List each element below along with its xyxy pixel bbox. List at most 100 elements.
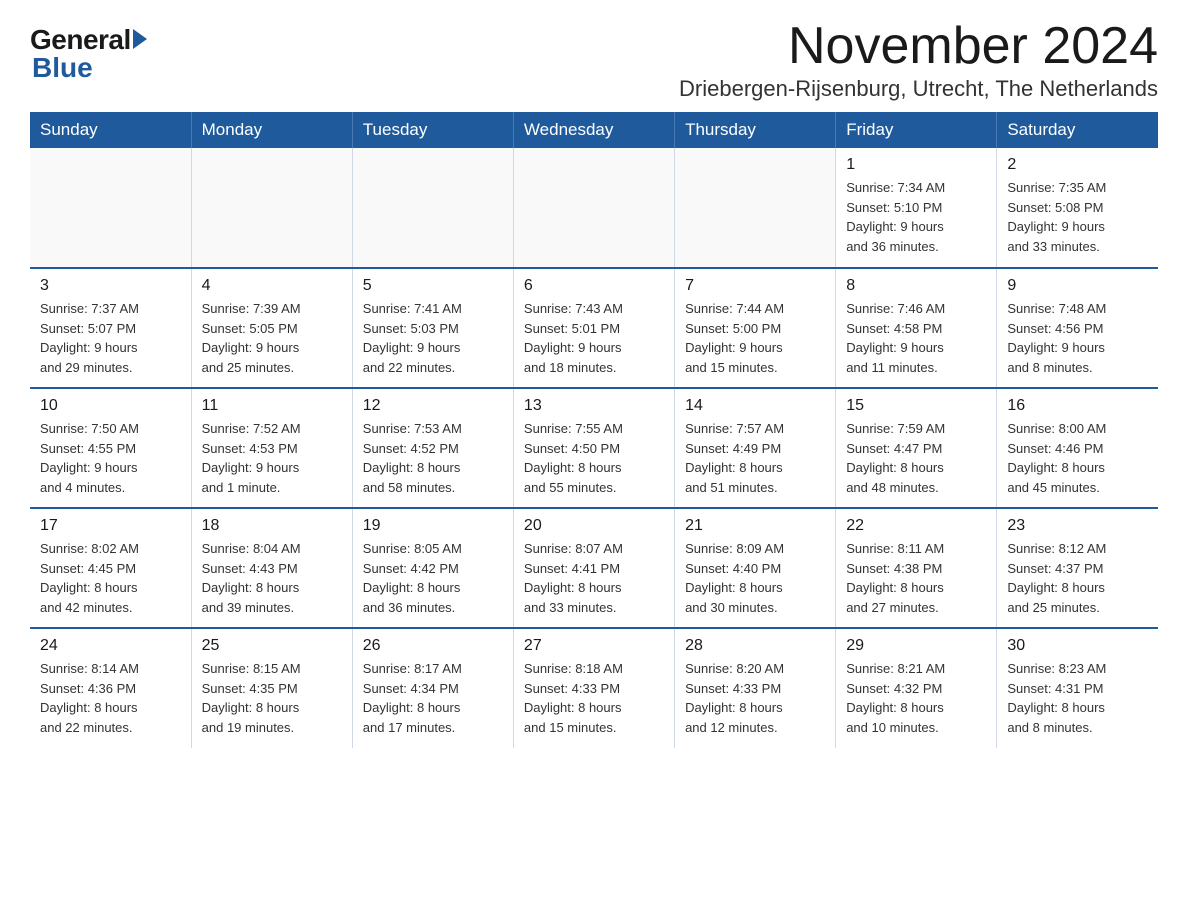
day-number: 16 <box>1007 397 1148 415</box>
logo-blue-text: Blue <box>32 52 93 84</box>
day-number: 9 <box>1007 277 1148 295</box>
day-info: Sunrise: 7:43 AMSunset: 5:01 PMDaylight:… <box>524 299 664 377</box>
calendar-cell <box>513 148 674 268</box>
day-info: Sunrise: 7:39 AMSunset: 5:05 PMDaylight:… <box>202 299 342 377</box>
calendar-cell: 5 Sunrise: 7:41 AMSunset: 5:03 PMDaylight… <box>352 268 513 388</box>
day-info: Sunrise: 8:18 AMSunset: 4:33 PMDaylight:… <box>524 659 664 737</box>
calendar-cell: 28 Sunrise: 8:20 AMSunset: 4:33 PMDayligh… <box>675 628 836 748</box>
weekday-header-monday: Monday <box>191 112 352 148</box>
calendar-cell: 2 Sunrise: 7:35 AMSunset: 5:08 PMDaylight… <box>997 148 1158 268</box>
day-number: 26 <box>363 637 503 655</box>
calendar-cell: 27 Sunrise: 8:18 AMSunset: 4:33 PMDayligh… <box>513 628 674 748</box>
calendar-cell: 9 Sunrise: 7:48 AMSunset: 4:56 PMDaylight… <box>997 268 1158 388</box>
weekday-header-sunday: Sunday <box>30 112 191 148</box>
day-info: Sunrise: 7:50 AMSunset: 4:55 PMDaylight:… <box>40 419 181 497</box>
calendar-cell: 13 Sunrise: 7:55 AMSunset: 4:50 PMDayligh… <box>513 388 674 508</box>
day-info: Sunrise: 7:52 AMSunset: 4:53 PMDaylight:… <box>202 419 342 497</box>
day-number: 5 <box>363 277 503 295</box>
calendar-cell: 17 Sunrise: 8:02 AMSunset: 4:45 PMDayligh… <box>30 508 191 628</box>
day-info: Sunrise: 8:20 AMSunset: 4:33 PMDaylight:… <box>685 659 825 737</box>
day-info: Sunrise: 7:34 AMSunset: 5:10 PMDaylight:… <box>846 178 986 256</box>
day-number: 10 <box>40 397 181 415</box>
day-number: 20 <box>524 517 664 535</box>
day-number: 23 <box>1007 517 1148 535</box>
day-info: Sunrise: 8:14 AMSunset: 4:36 PMDaylight:… <box>40 659 181 737</box>
calendar-cell: 25Sunrise: 8:15 AMSunset: 4:35 PMDayligh… <box>191 628 352 748</box>
day-info: Sunrise: 7:55 AMSunset: 4:50 PMDaylight:… <box>524 419 664 497</box>
day-number: 8 <box>846 277 986 295</box>
calendar-cell: 11 Sunrise: 7:52 AMSunset: 4:53 PMDayligh… <box>191 388 352 508</box>
day-number: 19 <box>363 517 503 535</box>
day-number: 1 <box>846 156 986 174</box>
calendar-cell: 24Sunrise: 8:14 AMSunset: 4:36 PMDayligh… <box>30 628 191 748</box>
day-number: 11 <box>202 397 342 415</box>
day-number: 25 <box>202 637 342 655</box>
day-info: Sunrise: 8:00 AMSunset: 4:46 PMDaylight:… <box>1007 419 1148 497</box>
day-number: 30 <box>1007 637 1148 655</box>
weekday-header-friday: Friday <box>836 112 997 148</box>
calendar-week-row: 3 Sunrise: 7:37 AMSunset: 5:07 PMDaylight… <box>30 268 1158 388</box>
day-info: Sunrise: 7:59 AMSunset: 4:47 PMDaylight:… <box>846 419 986 497</box>
calendar-cell: 6Sunrise: 7:43 AMSunset: 5:01 PMDaylight… <box>513 268 674 388</box>
day-number: 15 <box>846 397 986 415</box>
day-info: Sunrise: 7:53 AMSunset: 4:52 PMDaylight:… <box>363 419 503 497</box>
calendar-cell: 15 Sunrise: 7:59 AMSunset: 4:47 PMDayligh… <box>836 388 997 508</box>
weekday-header-wednesday: Wednesday <box>513 112 674 148</box>
calendar-cell <box>30 148 191 268</box>
day-number: 2 <box>1007 156 1148 174</box>
calendar-cell: 4 Sunrise: 7:39 AMSunset: 5:05 PMDaylight… <box>191 268 352 388</box>
calendar-week-row: 10 Sunrise: 7:50 AMSunset: 4:55 PMDayligh… <box>30 388 1158 508</box>
day-info: Sunrise: 7:37 AMSunset: 5:07 PMDaylight:… <box>40 299 181 377</box>
calendar-cell: 30 Sunrise: 8:23 AMSunset: 4:31 PMDayligh… <box>997 628 1158 748</box>
day-info: Sunrise: 8:07 AMSunset: 4:41 PMDaylight:… <box>524 539 664 617</box>
day-info: Sunrise: 8:12 AMSunset: 4:37 PMDaylight:… <box>1007 539 1148 617</box>
day-number: 14 <box>685 397 825 415</box>
day-info: Sunrise: 8:02 AMSunset: 4:45 PMDaylight:… <box>40 539 181 617</box>
day-info: Sunrise: 7:48 AMSunset: 4:56 PMDaylight:… <box>1007 299 1148 377</box>
title-block: November 2024 Driebergen-Rijsenburg, Utr… <box>679 20 1158 102</box>
calendar-header: SundayMondayTuesdayWednesdayThursdayFrid… <box>30 112 1158 148</box>
day-info: Sunrise: 7:41 AMSunset: 5:03 PMDaylight:… <box>363 299 503 377</box>
weekday-header-tuesday: Tuesday <box>352 112 513 148</box>
day-info: Sunrise: 7:57 AMSunset: 4:49 PMDaylight:… <box>685 419 825 497</box>
day-number: 27 <box>524 637 664 655</box>
calendar-week-row: 24Sunrise: 8:14 AMSunset: 4:36 PMDayligh… <box>30 628 1158 748</box>
calendar-cell: 7Sunrise: 7:44 AMSunset: 5:00 PMDaylight… <box>675 268 836 388</box>
day-info: Sunrise: 8:11 AMSunset: 4:38 PMDaylight:… <box>846 539 986 617</box>
weekday-header-thursday: Thursday <box>675 112 836 148</box>
calendar-week-row: 1 Sunrise: 7:34 AMSunset: 5:10 PMDaylight… <box>30 148 1158 268</box>
calendar-cell: 19 Sunrise: 8:05 AMSunset: 4:42 PMDayligh… <box>352 508 513 628</box>
day-number: 4 <box>202 277 342 295</box>
day-info: Sunrise: 7:46 AMSunset: 4:58 PMDaylight:… <box>846 299 986 377</box>
day-number: 28 <box>685 637 825 655</box>
day-number: 17 <box>40 517 181 535</box>
calendar-cell: 21 Sunrise: 8:09 AMSunset: 4:40 PMDayligh… <box>675 508 836 628</box>
day-number: 13 <box>524 397 664 415</box>
calendar-cell: 18Sunrise: 8:04 AMSunset: 4:43 PMDayligh… <box>191 508 352 628</box>
calendar-cell: 14 Sunrise: 7:57 AMSunset: 4:49 PMDayligh… <box>675 388 836 508</box>
day-info: Sunrise: 7:35 AMSunset: 5:08 PMDaylight:… <box>1007 178 1148 256</box>
day-info: Sunrise: 8:05 AMSunset: 4:42 PMDaylight:… <box>363 539 503 617</box>
logo: General Blue <box>30 20 147 84</box>
header: General Blue November 2024 Driebergen-Ri… <box>30 20 1158 102</box>
logo-triangle-icon <box>133 29 147 49</box>
calendar-week-row: 17 Sunrise: 8:02 AMSunset: 4:45 PMDayligh… <box>30 508 1158 628</box>
calendar-cell: 22Sunrise: 8:11 AMSunset: 4:38 PMDayligh… <box>836 508 997 628</box>
day-number: 3 <box>40 277 181 295</box>
location-subtitle: Driebergen-Rijsenburg, Utrecht, The Neth… <box>679 76 1158 102</box>
calendar-cell: 1 Sunrise: 7:34 AMSunset: 5:10 PMDaylight… <box>836 148 997 268</box>
day-info: Sunrise: 8:21 AMSunset: 4:32 PMDaylight:… <box>846 659 986 737</box>
day-info: Sunrise: 8:17 AMSunset: 4:34 PMDaylight:… <box>363 659 503 737</box>
calendar-cell: 20 Sunrise: 8:07 AMSunset: 4:41 PMDayligh… <box>513 508 674 628</box>
day-number: 7 <box>685 277 825 295</box>
calendar-cell: 12 Sunrise: 7:53 AMSunset: 4:52 PMDayligh… <box>352 388 513 508</box>
day-info: Sunrise: 8:23 AMSunset: 4:31 PMDaylight:… <box>1007 659 1148 737</box>
calendar-cell <box>191 148 352 268</box>
day-info: Sunrise: 8:09 AMSunset: 4:40 PMDaylight:… <box>685 539 825 617</box>
calendar-body: 1 Sunrise: 7:34 AMSunset: 5:10 PMDaylight… <box>30 148 1158 748</box>
calendar-cell: 8 Sunrise: 7:46 AMSunset: 4:58 PMDaylight… <box>836 268 997 388</box>
day-number: 12 <box>363 397 503 415</box>
calendar-cell <box>675 148 836 268</box>
day-info: Sunrise: 8:04 AMSunset: 4:43 PMDaylight:… <box>202 539 342 617</box>
day-number: 21 <box>685 517 825 535</box>
